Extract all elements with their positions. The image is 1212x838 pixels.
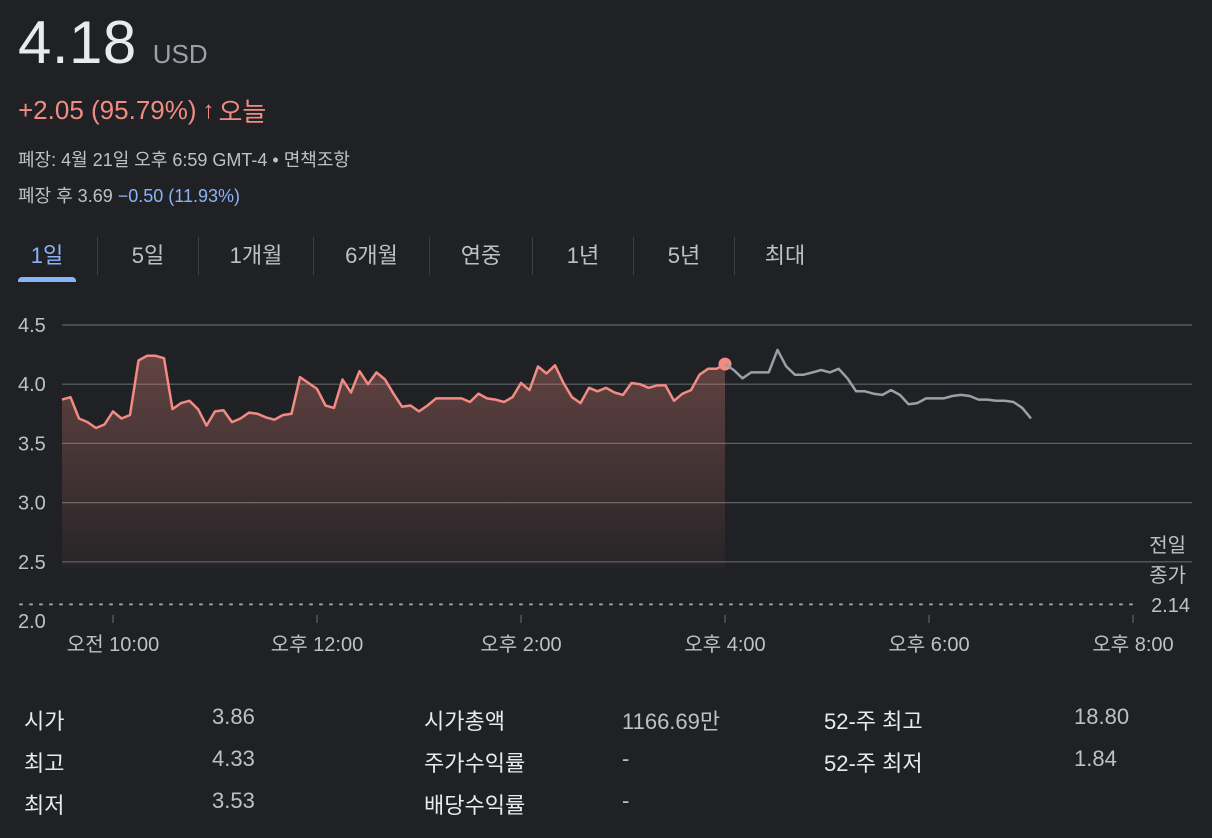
change-period: 오늘 <box>218 97 267 127</box>
arrow-up-icon: ↑ <box>202 96 215 124</box>
stat-label-pe-ratio: 주가수익률 <box>424 751 526 776</box>
tab-5-day[interactable]: 5일 <box>98 236 198 276</box>
x-tick-label: 오후 2:00 <box>480 633 561 656</box>
after-hours-info: 폐장 후 3.69 −0.50 (11.93%) <box>18 182 240 208</box>
y-tick-label: 2.0 <box>18 611 46 633</box>
market-closed-info: 폐장: 4월 21일 오후 6:59 GMT-4 • 면책조항 <box>18 150 350 170</box>
tab-max[interactable]: 최대 <box>735 236 835 276</box>
previous-close-label: 종가 <box>1149 564 1186 587</box>
stat-label-market-cap: 시가총액 <box>424 709 505 734</box>
after-hours-change: −0.50 (11.93%) <box>117 186 240 206</box>
stat-value-pe-ratio: - <box>622 746 630 771</box>
price-chart[interactable]: 4.5 4.0 3.5 3.0 2.5 2.0 오전 10:00 오후 12:00 오후 2:0… <box>0 300 1212 672</box>
stat-label-high: 최고 <box>24 751 65 776</box>
tab-6-month[interactable]: 6개월 <box>314 236 429 276</box>
stat-value-market-cap: 1166.69만 <box>622 709 721 734</box>
x-tick-label: 오전 10:00 <box>67 633 159 656</box>
stat-value-52w-low: 1.84 <box>1074 746 1117 771</box>
stat-label-low: 최저 <box>24 793 65 818</box>
previous-close-label: 전일 <box>1149 534 1186 557</box>
x-tick-label: 오후 4:00 <box>684 633 765 656</box>
previous-close-value: 2.14 <box>1151 595 1190 617</box>
stat-value-high: 4.33 <box>212 746 255 771</box>
after-hours-price: 폐장 후 3.69 <box>18 186 113 206</box>
x-tick-label: 오후 6:00 <box>888 633 969 656</box>
tab-1-month[interactable]: 1개월 <box>199 236 313 276</box>
price-change-row: +2.05 (95.79%) ↑ 오늘 <box>18 92 266 129</box>
stat-value-open: 3.86 <box>212 704 255 729</box>
range-tabs: 1일 5일 1개월 6개월 연중 1년 5년 최대 <box>18 236 835 284</box>
tab-1-day[interactable]: 1일 <box>18 236 76 282</box>
y-tick-label: 4.5 <box>18 315 46 337</box>
stat-label-52w-low: 52-주 최저 <box>824 751 923 776</box>
y-tick-label: 4.0 <box>18 374 46 396</box>
currency-label: USD <box>152 39 208 69</box>
price-change: +2.05 (95.79%) <box>18 95 197 125</box>
quote-header: 4.18 USD <box>18 8 208 77</box>
tab-5-year[interactable]: 5년 <box>634 236 734 276</box>
stat-label-dividend-yield: 배당수익률 <box>424 793 526 818</box>
stat-value-dividend-yield: - <box>622 788 630 813</box>
stat-value-low: 3.53 <box>212 788 255 813</box>
regular-session-area <box>62 355 725 568</box>
y-tick-label: 2.5 <box>18 552 46 574</box>
y-tick-label: 3.0 <box>18 493 46 515</box>
tab-ytd[interactable]: 연중 <box>430 236 532 276</box>
key-stats: 시가 3.86 최고 4.33 최저 3.53 시가총액 1166.69만 주가… <box>0 694 1212 824</box>
x-tick-label: 오후 12:00 <box>271 633 363 656</box>
x-tick-label: 오후 8:00 <box>1092 633 1173 656</box>
stat-label-open: 시가 <box>24 709 65 734</box>
tab-1-year[interactable]: 1년 <box>533 236 633 276</box>
stat-value-52w-high: 18.80 <box>1074 704 1130 729</box>
current-price: 4.18 <box>18 9 137 76</box>
y-tick-label: 3.5 <box>18 433 46 455</box>
stat-label-52w-high: 52-주 최고 <box>824 709 923 734</box>
